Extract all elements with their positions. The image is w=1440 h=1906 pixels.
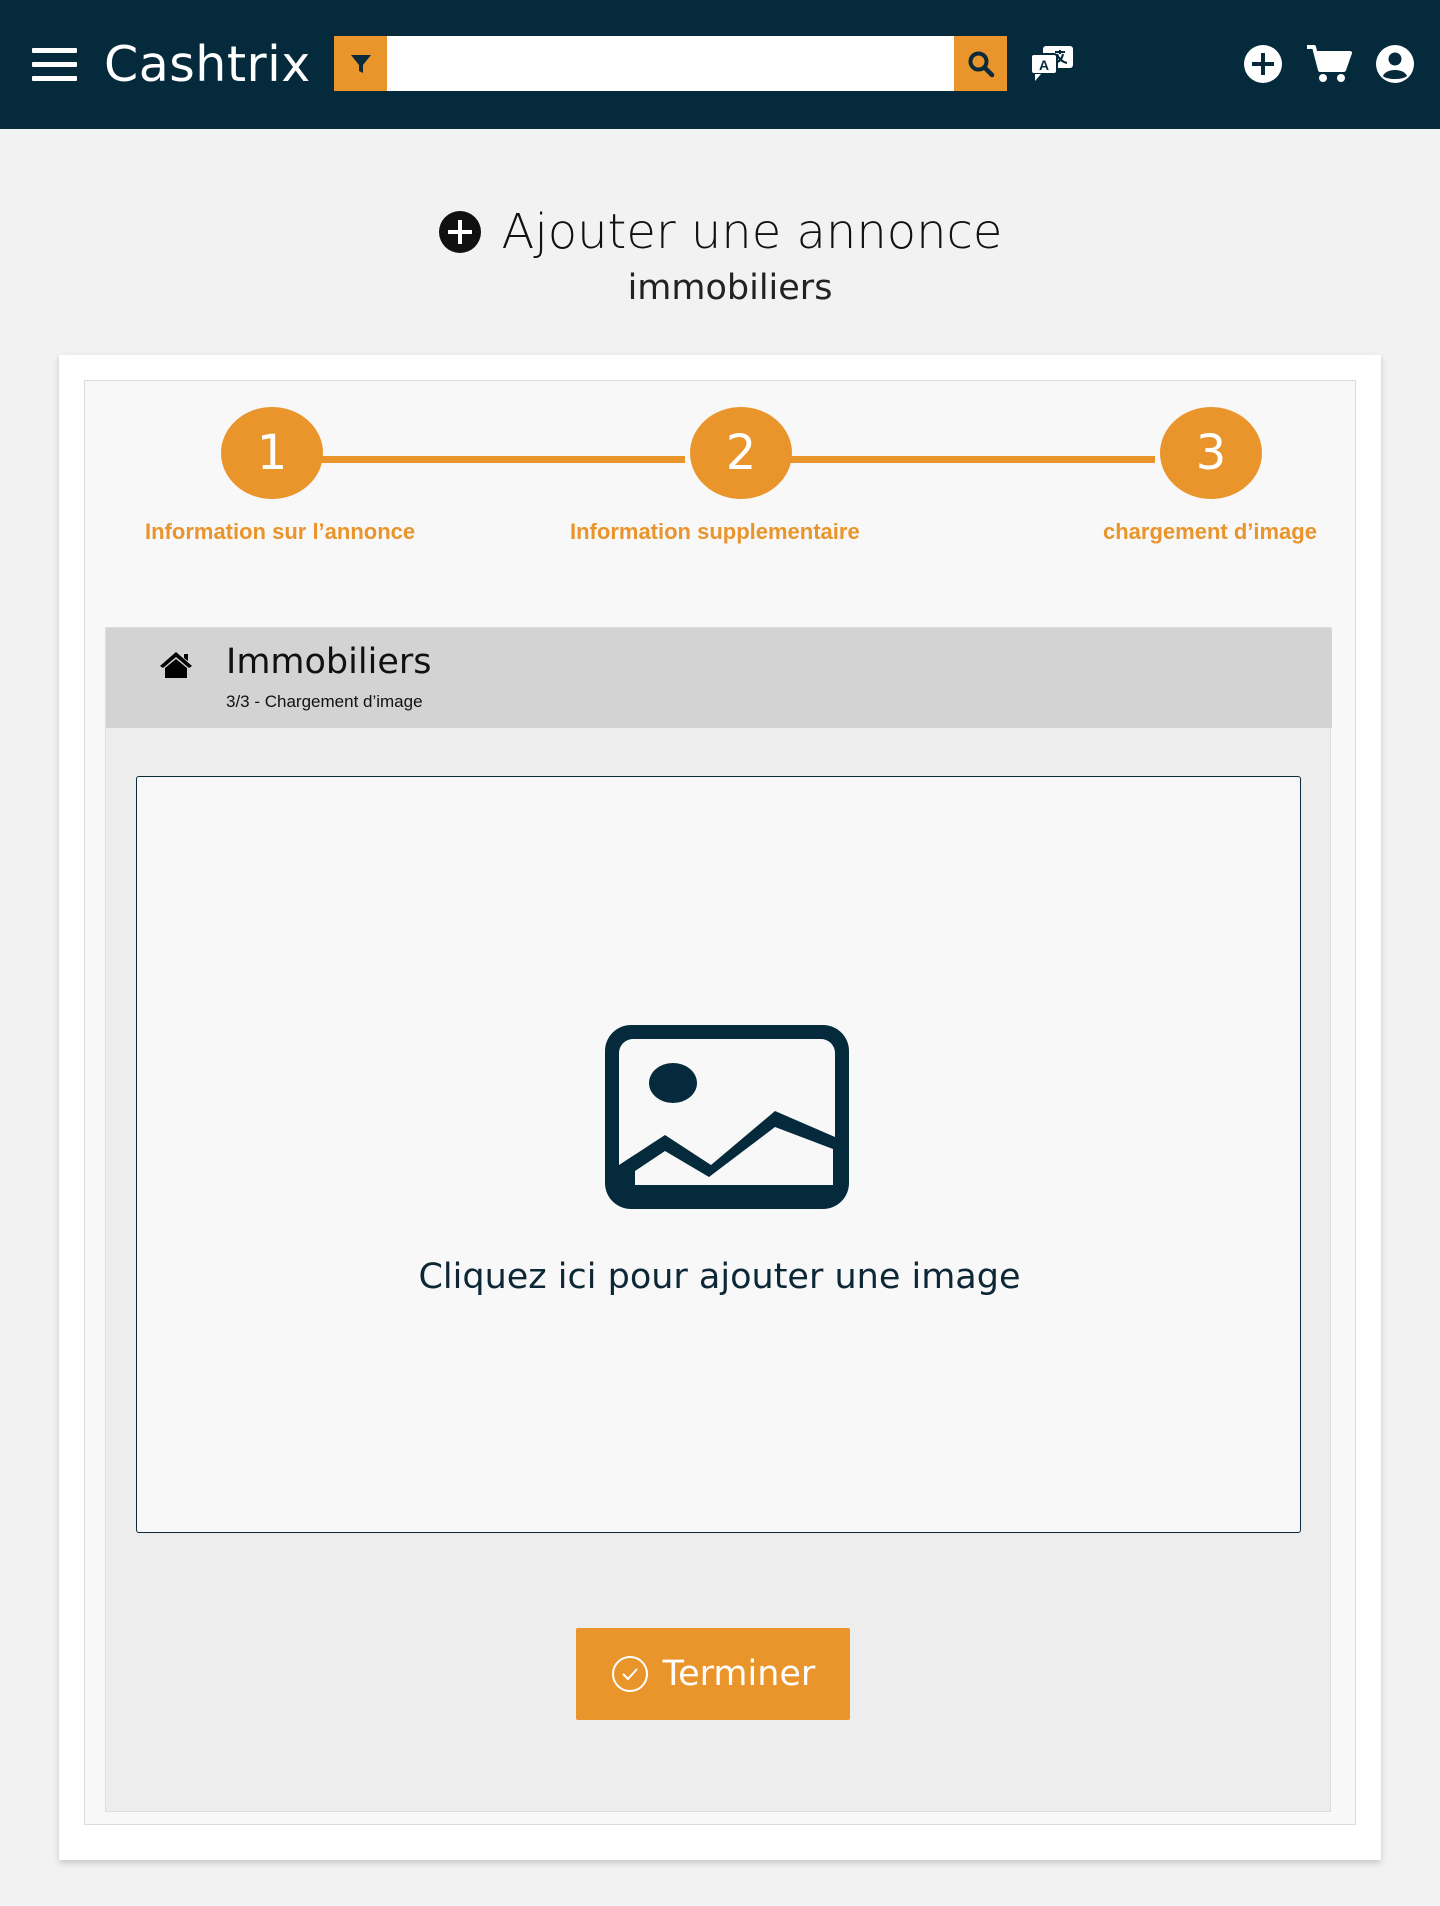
translate-button[interactable]: A [1029, 44, 1077, 84]
search-icon [968, 51, 994, 77]
top-navbar: Cashtrix A [0, 0, 1440, 129]
page-title: Ajouter une annonce [501, 204, 1003, 260]
section-title: Immobiliers [226, 642, 432, 682]
step-3-label: chargement d’image [1103, 519, 1317, 544]
home-icon [160, 652, 192, 678]
image-icon [605, 1025, 849, 1209]
menu-icon[interactable] [32, 48, 77, 81]
section-subtitle: 3/3 - Chargement d’image [226, 692, 423, 711]
section-header: Immobiliers 3/3 - Chargement d’image [106, 628, 1332, 728]
form-card-inner: 1 2 3 Information sur l’annonce Informat… [84, 380, 1356, 1825]
cart-icon [1307, 45, 1352, 82]
svg-text:A: A [1039, 57, 1049, 73]
brand-logo[interactable]: Cashtrix [104, 36, 311, 93]
filter-button[interactable] [334, 36, 387, 91]
step-3-circle[interactable]: 3 [1160, 407, 1262, 499]
add-circle-icon [1244, 45, 1282, 83]
user-account-icon [1376, 45, 1414, 83]
upload-section: Immobiliers 3/3 - Chargement d’image Cli… [105, 627, 1332, 1812]
finish-button[interactable]: Terminer [576, 1628, 850, 1720]
form-card: 1 2 3 Information sur l’annonce Informat… [59, 355, 1381, 1860]
check-circle-icon [611, 1656, 648, 1692]
upload-instruction: Cliquez ici pour ajouter une image [418, 1257, 1021, 1297]
step-2-label: Information supplementaire [570, 519, 860, 544]
add-circle-icon [438, 211, 481, 253]
add-listing-button[interactable] [1243, 44, 1283, 84]
step-2-circle[interactable]: 2 [690, 407, 792, 499]
filter-icon [350, 54, 371, 73]
search-button[interactable] [954, 36, 1007, 91]
step-1-circle[interactable]: 1 [221, 407, 323, 499]
search-input[interactable] [387, 36, 954, 91]
step-1-label: Information sur l’annonce [145, 519, 416, 544]
translate-icon: A [1030, 46, 1073, 81]
account-button[interactable] [1375, 44, 1415, 84]
stepper-connector [265, 456, 685, 463]
finish-button-label: Terminer [662, 1654, 816, 1694]
page-subtitle: immobiliers [627, 268, 833, 308]
image-upload-dropzone[interactable]: Cliquez ici pour ajouter une image [136, 776, 1301, 1533]
stepper-connector [735, 456, 1155, 463]
page-title-row: Ajouter une annonce [0, 200, 1440, 264]
cart-button[interactable] [1306, 44, 1352, 84]
